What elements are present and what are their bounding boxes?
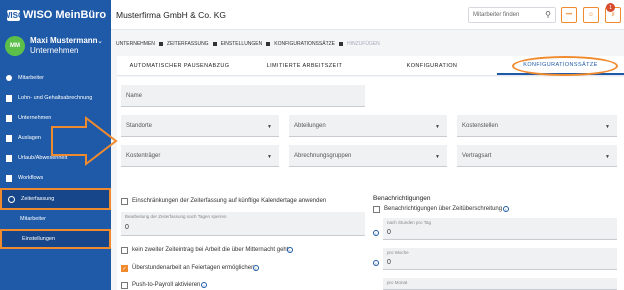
annotation-arrow: [51, 115, 118, 167]
